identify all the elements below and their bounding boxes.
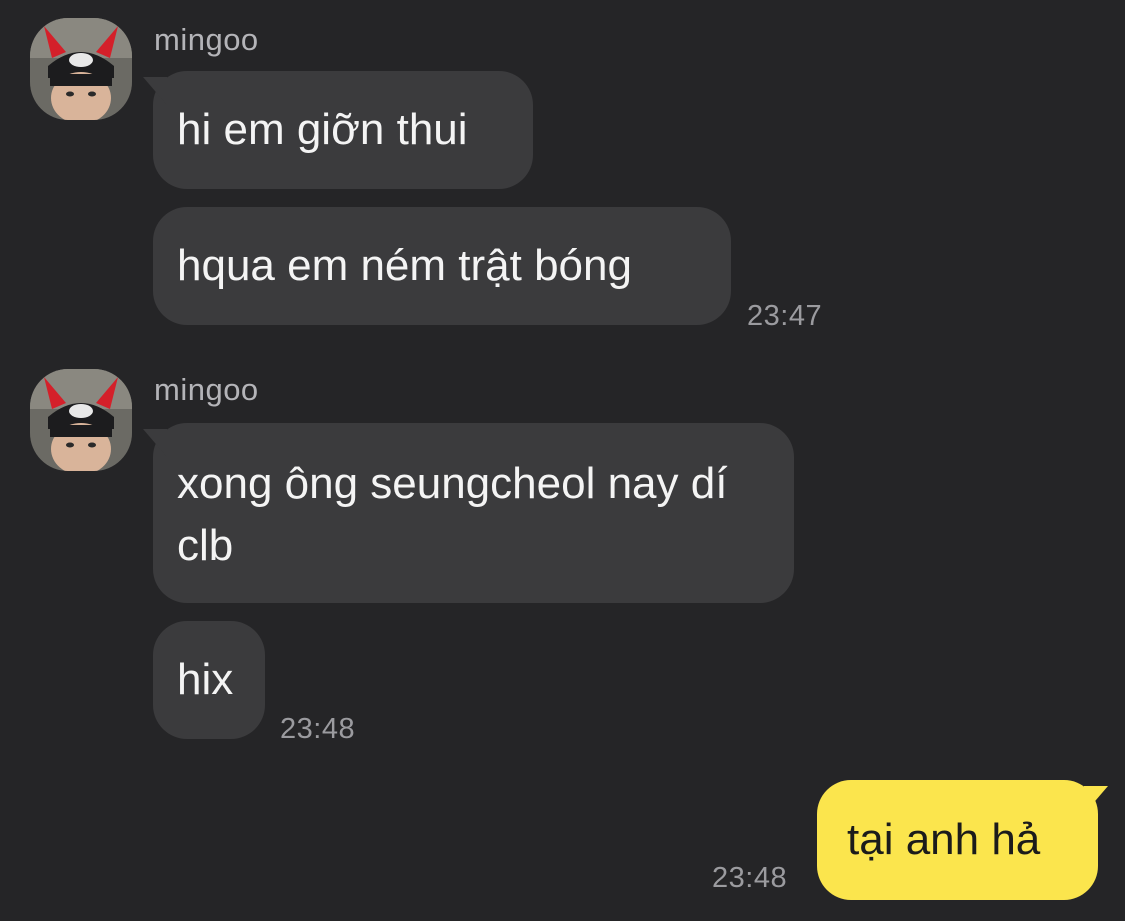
message-bubble[interactable]: hi em giỡn thui: [153, 71, 533, 189]
sender-avatar[interactable]: [30, 18, 132, 120]
chat-area: mingoo hi em giỡn thui hqua em ném trật …: [0, 0, 1125, 921]
message-text: hqua em ném trật bóng: [177, 241, 632, 290]
sender-name: mingoo: [154, 22, 259, 57]
message-bubble[interactable]: hix: [153, 621, 265, 739]
message-text: xong ông seungcheol nay dí clb: [177, 459, 728, 570]
message-bubble[interactable]: hqua em ném trật bóng: [153, 207, 731, 325]
outgoing-message-bubble[interactable]: tại anh hả: [817, 780, 1098, 900]
message-bubble[interactable]: xong ông seungcheol nay dí clb: [153, 423, 794, 603]
message-timestamp: 23:48: [712, 862, 788, 894]
sender-avatar[interactable]: [30, 369, 132, 471]
avatar-photo-icon: [30, 18, 132, 120]
message-timestamp: 23:47: [747, 300, 823, 332]
message-text: hi em giỡn thui: [177, 105, 468, 154]
avatar-photo-icon: [30, 369, 132, 471]
message-text: hix: [177, 655, 234, 704]
message-timestamp: 23:48: [280, 713, 356, 745]
sender-name: mingoo: [154, 372, 259, 407]
message-text: tại anh hả: [847, 815, 1041, 864]
